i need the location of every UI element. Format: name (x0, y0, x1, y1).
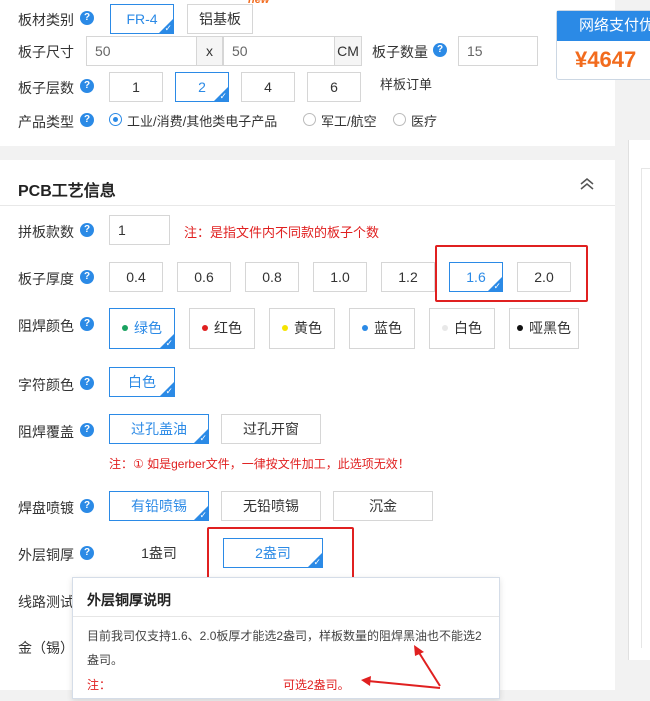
arrow-up-icon (414, 645, 441, 687)
check-icon: ✓ (219, 91, 227, 101)
check-icon: ✓ (199, 510, 207, 520)
arrow-left-icon (361, 676, 441, 689)
check-icon: ✓ (493, 281, 501, 291)
check-icon: ✓ (165, 386, 173, 396)
check-icon: ✓ (165, 338, 173, 348)
annotation-arrows (361, 645, 441, 689)
check-icon: ✓ (164, 23, 172, 33)
check-icon: ✓ (313, 557, 321, 567)
check-icon: ✓ (199, 433, 207, 443)
